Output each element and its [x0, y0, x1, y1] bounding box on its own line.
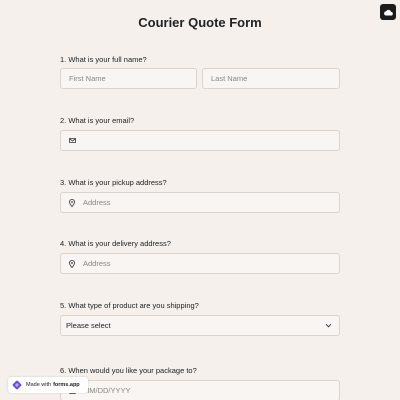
pickup-address-field[interactable]: Address — [60, 192, 340, 213]
product-type-selected-value: Please select — [66, 321, 111, 330]
chevron-down-icon — [325, 323, 332, 328]
product-type-select[interactable]: Please select — [60, 315, 340, 336]
first-name-field[interactable]: First Name — [60, 68, 197, 89]
email-field[interactable] — [60, 130, 340, 151]
question-5-label: 5. What type of product are you shipping… — [60, 301, 199, 310]
forms-app-logo-icon — [12, 380, 22, 390]
question-4-label: 4. What is your delivery address? — [60, 239, 171, 248]
cloud-icon — [383, 9, 393, 16]
delivery-address-placeholder: Address — [83, 259, 111, 268]
badge-brand: forms.app — [53, 382, 80, 388]
top-right-button[interactable] — [380, 4, 396, 20]
made-with-badge[interactable]: Made with forms.app — [8, 377, 88, 393]
first-name-placeholder: First Name — [69, 74, 106, 83]
question-3-label: 3. What is your pickup address? — [60, 178, 167, 187]
question-1-label: 1. What is your full name? — [60, 55, 147, 64]
location-pin-icon — [67, 259, 77, 268]
mail-icon — [67, 138, 77, 143]
delivery-address-field[interactable]: Address — [60, 253, 340, 274]
page-title: Courier Quote Form — [138, 15, 262, 30]
question-6-label: 6. When would you like your package to? — [60, 366, 197, 375]
badge-prefix: Made with — [26, 382, 52, 388]
question-2-label: 2. What is your email? — [60, 116, 135, 125]
location-pin-icon — [67, 198, 77, 207]
last-name-field[interactable]: Last Name — [202, 68, 340, 89]
date-field[interactable]: MM/DD/YYYY — [60, 380, 340, 400]
pickup-address-placeholder: Address — [83, 198, 111, 207]
last-name-placeholder: Last Name — [211, 74, 248, 83]
